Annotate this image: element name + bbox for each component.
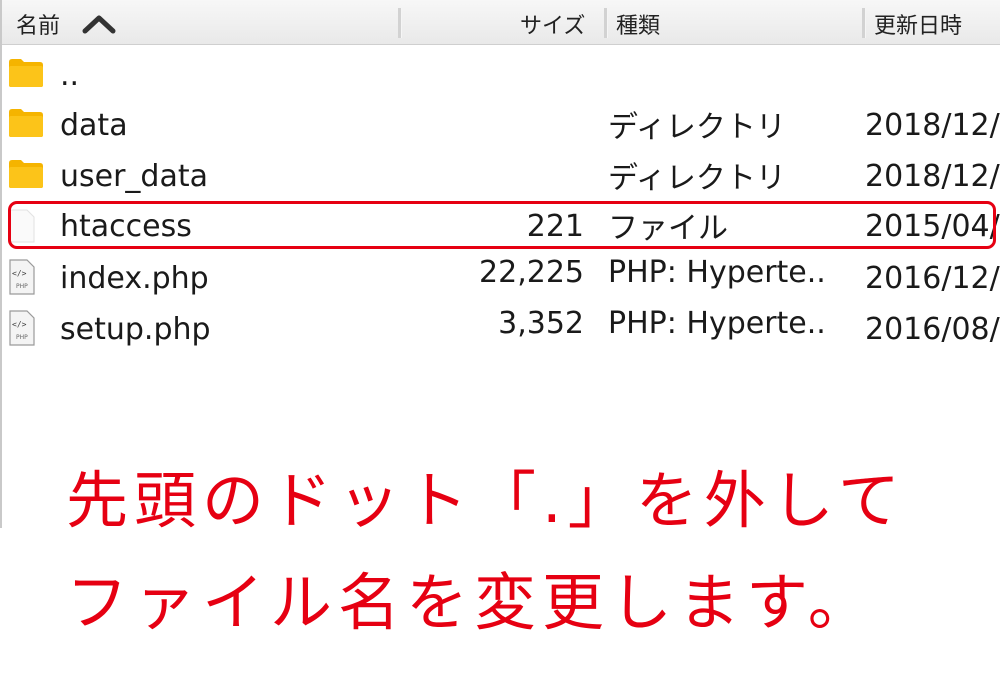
svg-text:PHP: PHP: [16, 334, 28, 341]
svg-text:</>: </>: [12, 269, 27, 278]
column-divider[interactable]: [862, 8, 866, 38]
php-file-icon: </> PHP: [9, 259, 35, 295]
annotation-line-1: 先頭のドット「.」を外して: [66, 464, 906, 537]
column-size[interactable]: サイズ: [520, 0, 585, 44]
file-kind: PHP: Hyperte..: [608, 255, 826, 290]
file-modified: 2016/12/0: [865, 261, 1000, 296]
file-kind: ディレクトリ: [608, 161, 786, 196]
column-divider[interactable]: [398, 8, 402, 38]
file-kind: ディレクトリ: [608, 110, 786, 145]
svg-text:PHP: PHP: [16, 283, 28, 290]
file-name: data: [60, 108, 128, 143]
column-name[interactable]: 名前: [16, 0, 60, 44]
highlight-frame: [8, 201, 996, 249]
column-modified[interactable]: 更新日時: [874, 0, 962, 44]
file-row-setup-php[interactable]: </> PHP setup.php 3,352 PHP: Hyperte.. 2…: [2, 304, 1000, 356]
php-file-icon: </> PHP: [9, 310, 35, 346]
file-name: index.php: [60, 261, 209, 296]
file-modified: 2018/12/3: [865, 108, 1000, 143]
sort-ascending-icon[interactable]: [82, 14, 116, 34]
file-size: 22,225: [479, 255, 584, 290]
folder-icon: [9, 109, 43, 137]
svg-text:</>: </>: [12, 320, 27, 329]
file-name: setup.php: [60, 312, 211, 347]
file-row-parent[interactable]: ..: [2, 50, 1000, 102]
column-header: 名前 サイズ 種類 更新日時: [2, 0, 1000, 45]
file-name: user_data: [60, 159, 209, 194]
annotation-line-2: ファイル名を変更します。: [66, 566, 876, 639]
file-name: ..: [60, 58, 80, 93]
file-size: 3,352: [498, 306, 584, 341]
folder-icon: [9, 160, 43, 188]
folder-icon: [9, 59, 43, 87]
column-divider[interactable]: [604, 8, 608, 38]
file-row-data[interactable]: data ディレクトリ 2018/12/3: [2, 100, 1000, 152]
file-browser: 名前 サイズ 種類 更新日時 .. data ディレクトリ 2018/12/3: [0, 0, 1000, 528]
column-kind[interactable]: 種類: [616, 0, 660, 44]
file-row-user-data[interactable]: user_data ディレクトリ 2018/12/3: [2, 151, 1000, 203]
file-kind: PHP: Hyperte..: [608, 306, 826, 341]
file-modified: 2016/08/: [865, 312, 1000, 347]
file-modified: 2018/12/3: [865, 159, 1000, 194]
